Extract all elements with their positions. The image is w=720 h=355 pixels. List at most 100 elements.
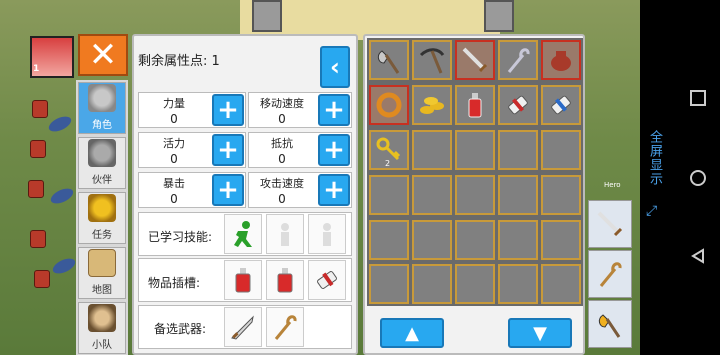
inventory-slot[interactable] (412, 130, 452, 170)
inventory-slot[interactable] (455, 175, 495, 215)
home-button[interactable] (690, 170, 706, 186)
stat-name: 抵抗 (271, 137, 293, 150)
hero-tag: Hero (604, 181, 621, 189)
ring-icon (376, 92, 402, 118)
weapons-label: 备选武器: (154, 322, 207, 336)
back-nav-button[interactable] (690, 248, 706, 264)
scroll-down-button[interactable]: ▼ (508, 318, 572, 348)
inventory-slot[interactable]: 2 (369, 130, 409, 170)
sword-icon (597, 211, 623, 237)
skill-slot[interactable] (266, 214, 304, 254)
tab-label: 地图 (92, 285, 112, 296)
trophy-icon (88, 194, 116, 222)
item-slot[interactable] (266, 260, 304, 300)
add-resistance-button[interactable]: + (318, 134, 350, 166)
inventory-slot[interactable] (455, 220, 495, 260)
staff-icon (507, 48, 530, 73)
stat-name: 暴击 (163, 177, 185, 190)
add-attack-speed-button[interactable]: + (318, 174, 350, 206)
inventory-slot[interactable] (369, 175, 409, 215)
inventory-slot[interactable] (412, 264, 452, 304)
inventory-slot[interactable] (369, 220, 409, 260)
stone-pillar (252, 0, 282, 32)
hud-weapon-slot[interactable] (588, 300, 632, 348)
inventory-slot[interactable] (541, 264, 581, 304)
hero-level: 1 (33, 64, 40, 74)
inventory-slot[interactable] (412, 85, 452, 125)
bat-wing-sprite (46, 113, 74, 135)
stat-value: 0 (278, 192, 286, 206)
inventory-slot[interactable] (369, 264, 409, 304)
inventory-slot[interactable] (455, 130, 495, 170)
sword-icon (462, 47, 488, 73)
recent-apps-button[interactable] (690, 90, 706, 106)
add-move-speed-button[interactable]: + (318, 94, 350, 126)
scroll-up-button[interactable]: ▲ (380, 318, 444, 348)
inventory-slot[interactable] (455, 40, 495, 80)
inventory-slot[interactable] (498, 220, 538, 260)
item-slot[interactable] (224, 260, 262, 300)
inventory-slot[interactable] (412, 40, 452, 80)
tab-map[interactable]: 地图 (78, 247, 126, 299)
tab-character[interactable]: 角色 (78, 82, 126, 134)
add-vitality-button[interactable]: + (212, 134, 244, 166)
stat-value: 0 (170, 152, 178, 166)
stat-value: 0 (278, 112, 286, 126)
staff-icon (599, 262, 622, 287)
item-slot[interactable] (308, 260, 346, 300)
inventory-slot[interactable] (498, 175, 538, 215)
fullscreen-label[interactable]: 全屏显示 (642, 130, 664, 186)
hud-weapon-slot[interactable] (588, 200, 632, 248)
skill-placeholder-icon (281, 223, 289, 246)
back-triangle-icon (691, 248, 704, 264)
inventory-slot[interactable] (369, 85, 409, 125)
item-count: 2 (385, 159, 391, 168)
stat-value: 0 (170, 112, 178, 126)
enemy-sprite (30, 140, 46, 158)
weapon-slot[interactable] (224, 307, 262, 347)
inventory-slot[interactable] (541, 220, 581, 260)
inventory-slot[interactable] (412, 175, 452, 215)
close-button[interactable]: ✕ (78, 34, 128, 76)
tab-label: 任务 (92, 230, 112, 241)
coins-icon (420, 97, 444, 114)
tab-quests[interactable]: 任务 (78, 192, 126, 244)
weapon-slot[interactable] (266, 307, 304, 347)
add-strength-button[interactable]: + (212, 94, 244, 126)
inventory-slot[interactable] (541, 40, 581, 80)
back-button[interactable]: ‹ (320, 46, 350, 88)
expand-icon[interactable]: ⤢ (646, 203, 657, 219)
tab-label: 角色 (92, 120, 112, 131)
tab-companion[interactable]: 伙伴 (78, 137, 126, 189)
party-icon (88, 304, 116, 332)
skills-label: 已学习技能: (148, 230, 213, 244)
inventory-slot[interactable] (498, 85, 538, 125)
hud-weapon-slot[interactable] (588, 250, 632, 298)
inventory-slot[interactable] (455, 264, 495, 304)
remaining-points: 剩余属性点: 1 (138, 54, 220, 69)
potion-icon (235, 268, 251, 293)
item-slots-label: 物品插槽: (148, 276, 201, 290)
inventory-slot[interactable] (412, 220, 452, 260)
inventory-slot[interactable] (541, 130, 581, 170)
add-crit-button[interactable]: + (212, 174, 244, 206)
axe-icon (377, 50, 400, 74)
skill-slot[interactable] (308, 214, 346, 254)
bat-wing-sprite (50, 255, 78, 277)
inventory-slot[interactable] (541, 175, 581, 215)
inventory-slot[interactable] (369, 40, 409, 80)
enemy-sprite (32, 100, 48, 118)
staff-icon (274, 315, 297, 340)
potion-icon (468, 93, 482, 118)
inventory-slot[interactable] (498, 40, 538, 80)
inventory-slot[interactable] (455, 85, 495, 125)
tab-party[interactable]: 小队 (78, 302, 126, 354)
axe-icon (598, 314, 621, 338)
scroll-icon (551, 95, 571, 115)
inventory-slot[interactable] (498, 130, 538, 170)
inventory-slot[interactable] (498, 264, 538, 304)
stat-name: 活力 (163, 137, 185, 150)
skill-slot[interactable] (224, 214, 262, 254)
stat-value: 0 (170, 192, 178, 206)
inventory-slot[interactable] (541, 85, 581, 125)
